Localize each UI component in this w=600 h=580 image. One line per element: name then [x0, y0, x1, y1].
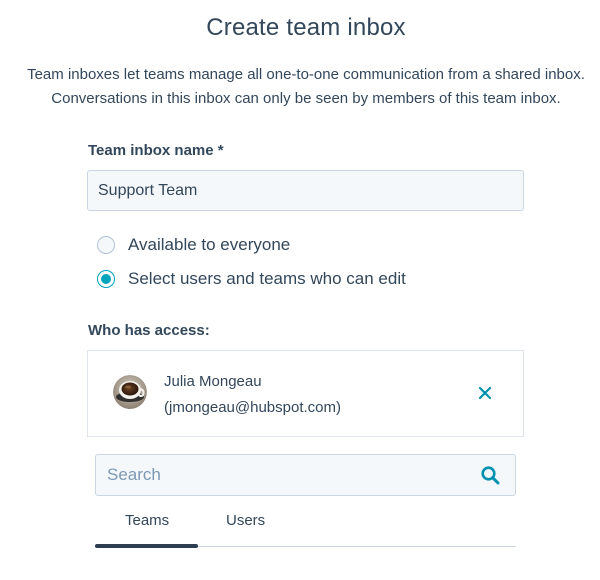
radio-label-select-users-and-teams: Select users and teams who can edit — [128, 269, 406, 288]
member-name: Julia Mongeau — [164, 373, 262, 390]
tab-bar: Teams Users — [95, 505, 516, 550]
dialog-description: Team inboxes let teams manage all one-to… — [0, 63, 600, 111]
dialog-title: Create team inbox — [206, 14, 406, 41]
member-email: (jmongeau@hubspot.com) — [164, 399, 341, 416]
radio-button-unchecked[interactable] — [97, 236, 115, 254]
access-member-list: Julia Mongeau (jmongeau@hubspot.com) — [87, 350, 524, 437]
who-has-access-label: Who has access: — [88, 322, 210, 339]
tab-users[interactable]: Users — [226, 512, 265, 529]
radio-option-select-users-and-teams[interactable]: Select users and teams who can edit — [97, 268, 406, 290]
search-icon[interactable] — [481, 466, 500, 485]
radio-label-available-to-everyone: Available to everyone — [128, 235, 291, 254]
active-tab-indicator — [95, 544, 198, 548]
coffee-cup-avatar-icon — [113, 375, 147, 409]
team-inbox-name-label: Team inbox name * — [88, 142, 224, 159]
search-field[interactable] — [95, 454, 516, 496]
tab-teams[interactable]: Teams — [125, 512, 169, 529]
remove-member-close-icon[interactable] — [477, 385, 493, 401]
description-line-2: Conversations in this inbox can only be … — [51, 90, 561, 107]
search-input[interactable] — [96, 455, 466, 495]
radio-button-checked[interactable] — [97, 270, 115, 288]
radio-option-available-to-everyone[interactable]: Available to everyone — [97, 234, 290, 256]
team-inbox-name-input[interactable] — [87, 170, 524, 211]
description-line-1: Team inboxes let teams manage all one-to… — [27, 66, 585, 83]
